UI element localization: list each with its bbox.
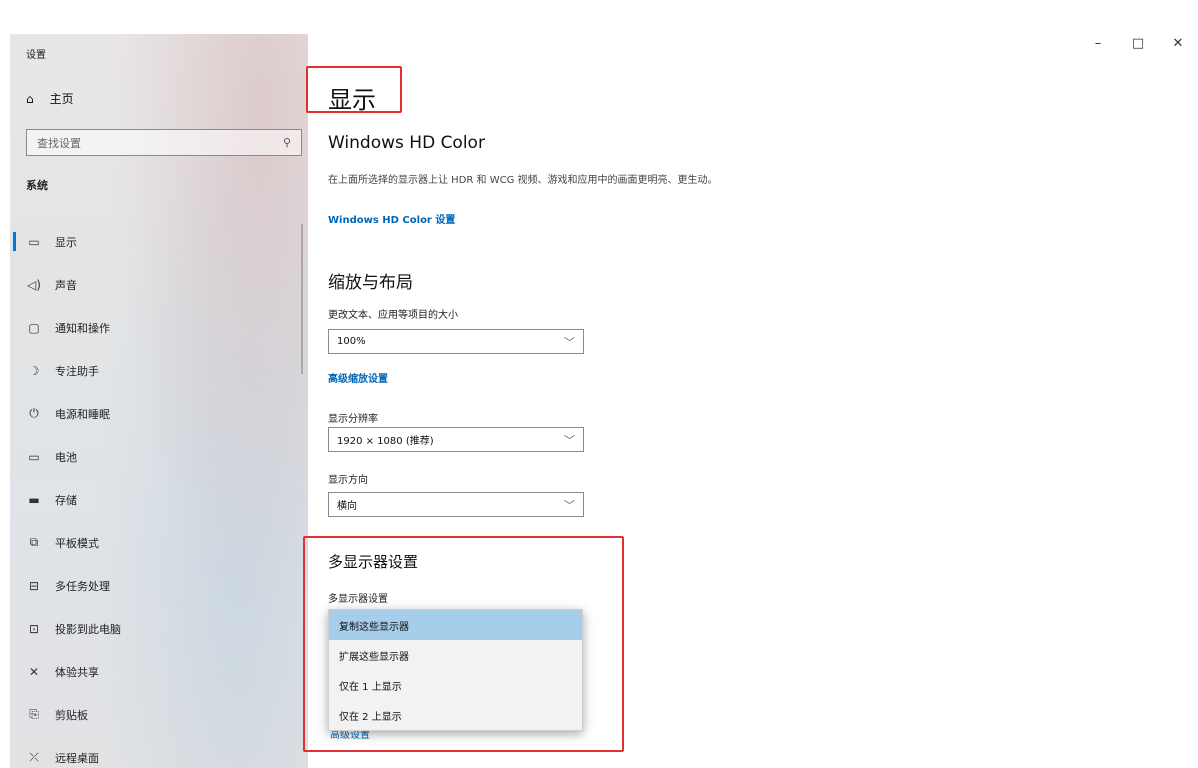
chevron-down-icon: ﹀ <box>564 335 575 349</box>
battery-icon: ▭ <box>28 449 40 464</box>
sidebar-item-label: 平板模式 <box>55 536 99 550</box>
multi-display-heading: 多显示器设置 <box>328 553 419 571</box>
sidebar-item-label: 电源和睡眠 <box>55 407 110 421</box>
size-value: 100% <box>337 336 366 347</box>
chevron-down-icon: ﹀ <box>564 433 575 447</box>
sidebar-item-project[interactable]: ⊡ 投影到此电脑 <box>10 607 308 650</box>
resolution-dropdown[interactable]: 1920 × 1080 (推荐) ﹀ <box>328 427 584 452</box>
orientation-label: 显示方向 <box>328 475 368 486</box>
sidebar-nav: ▭ 显示 ◁) 声音 ▢ 通知和操作 ☽ 专注助手 ⏻ 电源和睡眠 ▭ 电池 ▬… <box>10 220 308 768</box>
sidebar-item-label: 专注助手 <box>55 364 99 378</box>
page-title: 显示 <box>328 86 376 114</box>
menu-option-duplicate[interactable]: 复制这些显示器 <box>329 610 582 640</box>
sidebar-item-focus-assist[interactable]: ☽ 专注助手 <box>10 349 308 392</box>
tablet-icon: ⧉ <box>29 535 39 549</box>
power-icon: ⏻ <box>29 406 39 420</box>
clipboard-icon: ⎘ <box>29 707 39 721</box>
multi-display-menu: 复制这些显示器 扩展这些显示器 仅在 1 上显示 仅在 2 上显示 <box>328 609 583 731</box>
app-title: 设置 <box>26 50 46 61</box>
sidebar-item-label: 通知和操作 <box>55 321 110 335</box>
sidebar-item-remote-desktop[interactable]: ⤫ 远程桌面 <box>10 736 308 768</box>
chevron-down-icon: ﹀ <box>564 498 575 512</box>
menu-option-extend[interactable]: 扩展这些显示器 <box>329 640 582 670</box>
monitor-icon: ▭ <box>28 234 40 249</box>
share-icon: ✕ <box>28 664 40 679</box>
sidebar-item-label: 投影到此电脑 <box>55 622 121 636</box>
scale-heading: 缩放与布局 <box>328 273 413 293</box>
multitask-icon: ⊟ <box>28 578 40 593</box>
sidebar-item-label: 多任务处理 <box>55 579 110 593</box>
sidebar-item-label: 声音 <box>55 278 77 292</box>
menu-option-only-2[interactable]: 仅在 2 上显示 <box>329 700 582 730</box>
resolution-value: 1920 × 1080 (推荐) <box>337 436 434 447</box>
hdr-settings-link[interactable]: Windows HD Color 设置 <box>328 211 455 226</box>
storage-icon: ▬ <box>28 492 40 507</box>
moon-icon: ☽ <box>28 363 40 378</box>
sidebar-item-display[interactable]: ▭ 显示 <box>10 220 308 263</box>
sidebar-item-multitasking[interactable]: ⊟ 多任务处理 <box>10 564 308 607</box>
sidebar-item-storage[interactable]: ▬ 存储 <box>10 478 308 521</box>
sidebar-item-label: 显示 <box>55 235 77 249</box>
sidebar-item-label: 存储 <box>55 493 77 507</box>
sidebar-item-power[interactable]: ⏻ 电源和睡眠 <box>10 392 308 435</box>
sidebar: 设置 ⌂ 主页 查找设置 ⚲ 系统 ▭ 显示 ◁) 声音 ▢ 通知和操作 ☽ 专… <box>10 34 308 768</box>
advanced-scaling-link[interactable]: 高级缩放设置 <box>328 370 388 385</box>
size-label: 更改文本、应用等项目的大小 <box>328 310 458 321</box>
sidebar-item-shared[interactable]: ✕ 体验共享 <box>10 650 308 693</box>
orientation-dropdown[interactable]: 横向 ﹀ <box>328 492 584 517</box>
multi-display-label: 多显示器设置 <box>328 594 388 605</box>
search-input[interactable]: 查找设置 ⚲ <box>26 129 302 156</box>
orientation-value: 横向 <box>337 501 357 512</box>
sidebar-item-label: 远程桌面 <box>55 751 99 765</box>
menu-option-only-1[interactable]: 仅在 1 上显示 <box>329 670 582 700</box>
notification-icon: ▢ <box>28 320 40 335</box>
sidebar-scrollbar[interactable] <box>301 224 303 374</box>
sidebar-home[interactable]: ⌂ 主页 <box>26 90 74 107</box>
sidebar-item-sound[interactable]: ◁) 声音 <box>10 263 308 306</box>
sidebar-item-tablet[interactable]: ⧉ 平板模式 <box>10 521 308 564</box>
remote-desktop-icon: ⤫ <box>29 750 39 764</box>
hdr-heading: Windows HD Color <box>328 133 485 153</box>
sidebar-item-label: 体验共享 <box>55 665 99 679</box>
search-placeholder: 查找设置 <box>37 136 81 150</box>
home-label: 主页 <box>49 92 74 106</box>
hdr-description: 在上面所选择的显示器上让 HDR 和 WCG 视频、游戏和应用中的画面更明亮、更… <box>328 175 718 186</box>
speaker-icon: ◁) <box>27 277 41 292</box>
resolution-label: 显示分辨率 <box>328 414 378 425</box>
size-dropdown[interactable]: 100% ﹀ <box>328 329 584 354</box>
section-label: 系统 <box>26 179 48 192</box>
main-content: 显示 Windows HD Color 在上面所选择的显示器上让 HDR 和 W… <box>328 0 1168 768</box>
sidebar-item-notifications[interactable]: ▢ 通知和操作 <box>10 306 308 349</box>
sidebar-item-battery[interactable]: ▭ 电池 <box>10 435 308 478</box>
home-icon: ⌂ <box>26 91 34 106</box>
project-icon: ⊡ <box>28 621 40 636</box>
sidebar-item-label: 剪贴板 <box>55 708 88 722</box>
sidebar-item-clipboard[interactable]: ⎘ 剪贴板 <box>10 693 308 736</box>
sidebar-item-label: 电池 <box>55 450 77 464</box>
search-icon: ⚲ <box>282 136 291 149</box>
